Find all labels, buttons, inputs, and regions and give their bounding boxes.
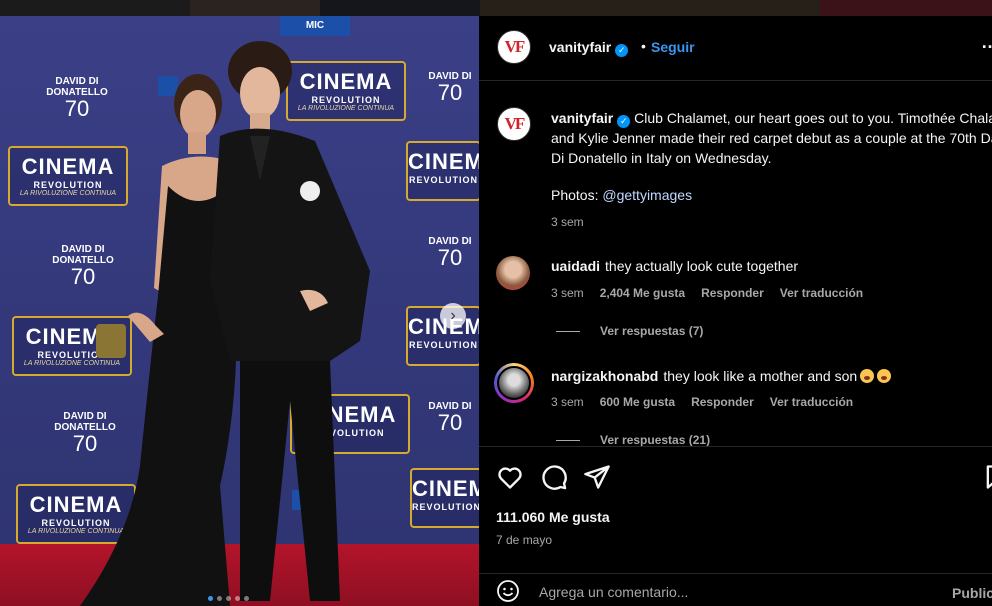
comment-avatar-story-ring[interactable] bbox=[494, 363, 534, 403]
man-figure bbox=[210, 41, 370, 601]
post-actions: 111.060 Me gusta 7 de mayo Publicar bbox=[479, 446, 992, 606]
comment-icon[interactable] bbox=[540, 463, 568, 491]
next-photo-button[interactable]: › bbox=[440, 303, 466, 329]
account-avatar[interactable]: VF bbox=[497, 30, 531, 64]
follow-button[interactable]: Seguir bbox=[651, 39, 695, 55]
comment-input[interactable] bbox=[539, 580, 919, 604]
caption-avatar[interactable]: VF bbox=[497, 107, 531, 141]
emoji-icon[interactable] bbox=[496, 579, 520, 603]
comment: nargizakhonabd they look like a mother an… bbox=[551, 368, 892, 384]
view-replies-button[interactable]: Ver respuestas (7) bbox=[556, 324, 703, 338]
comment-timestamp[interactable]: 3 sem bbox=[551, 395, 584, 409]
browser-top-strip bbox=[0, 0, 992, 16]
cinema-revolution-logo: CINEMAREVOLUTION bbox=[410, 468, 479, 528]
caption-username[interactable]: vanityfair ✓ bbox=[551, 110, 631, 128]
view-replies-button[interactable]: Ver respuestas (21) bbox=[556, 433, 710, 447]
comment-username[interactable]: nargizakhonabd bbox=[551, 368, 658, 384]
photo-credit-label: Photos: bbox=[551, 187, 599, 203]
comment-meta: 3 sem 2,404 Me gusta Responder Ver tradu… bbox=[551, 286, 879, 300]
david-di-donatello-logo: DAVID DI 70 bbox=[428, 236, 472, 270]
david-di-donatello-logo: DAVID DI 70 bbox=[428, 401, 472, 435]
david-di-donatello-logo: DAVID DI 70 bbox=[428, 71, 472, 105]
cinema-revolution-logo: CINEMAREVOLUTION bbox=[406, 141, 479, 201]
share-icon[interactable] bbox=[583, 463, 611, 491]
comment-text: they look like a mother and son bbox=[663, 368, 858, 384]
post-photo[interactable]: CINEMA REVOLUTION LA RIVOLUZIONE CONTINUA … bbox=[0, 16, 479, 606]
comment-avatar[interactable] bbox=[496, 256, 530, 290]
crying-face-emoji-icon bbox=[860, 369, 875, 383]
comment: uaidadi they actually look cute together bbox=[551, 258, 798, 274]
chevron-right-icon: › bbox=[450, 307, 456, 324]
verified-badge-icon: ✓ bbox=[617, 115, 631, 128]
translate-button[interactable]: Ver traducción bbox=[770, 395, 853, 409]
carousel-dot[interactable] bbox=[244, 596, 249, 601]
likes-count[interactable]: 111.060 Me gusta bbox=[496, 509, 610, 525]
reply-button[interactable]: Responder bbox=[691, 395, 754, 409]
post-details-panel: VF vanityfair✓ • Seguir … VF vanityfair✓… bbox=[479, 16, 992, 606]
carousel-dot[interactable] bbox=[235, 596, 240, 601]
post-caption: vanityfair ✓ Club Chalamet, our heart goe… bbox=[551, 108, 992, 168]
carousel-dot[interactable] bbox=[226, 596, 231, 601]
mic-logo: MIC bbox=[280, 16, 350, 36]
post-comment-button[interactable]: Publicar bbox=[952, 585, 992, 601]
separator-dot: • bbox=[641, 38, 646, 54]
translate-button[interactable]: Ver traducción bbox=[780, 286, 863, 300]
replies-line bbox=[556, 439, 580, 441]
heart-icon[interactable] bbox=[496, 463, 524, 491]
crying-face-emoji-icon bbox=[877, 369, 892, 383]
more-options-icon[interactable]: … bbox=[981, 32, 992, 53]
post-header: VF vanityfair✓ • Seguir … bbox=[479, 16, 992, 81]
account-username[interactable]: vanityfair ✓ bbox=[549, 39, 629, 57]
verified-badge-icon: ✓ bbox=[615, 44, 629, 57]
carousel-dots bbox=[208, 596, 249, 601]
comment-meta: 3 sem 600 Me gusta Responder Ver traducc… bbox=[551, 395, 869, 409]
comment-timestamp[interactable]: 3 sem bbox=[551, 286, 584, 300]
comment-username[interactable]: uaidadi bbox=[551, 258, 600, 274]
carousel-dot[interactable] bbox=[208, 596, 213, 601]
bookmark-icon[interactable] bbox=[982, 463, 992, 491]
gettyimages-link[interactable]: @gettyimages bbox=[602, 187, 692, 203]
comment-likes[interactable]: 2,404 Me gusta bbox=[600, 286, 685, 300]
carousel-dot[interactable] bbox=[217, 596, 222, 601]
post-date[interactable]: 7 de mayo bbox=[496, 533, 552, 547]
reply-button[interactable]: Responder bbox=[701, 286, 764, 300]
photo-credit: Photos: @gettyimages bbox=[551, 187, 692, 203]
replies-line bbox=[556, 330, 580, 332]
comment-likes[interactable]: 600 Me gusta bbox=[600, 395, 675, 409]
comment-text: they actually look cute together bbox=[605, 258, 799, 274]
add-comment-bar: Publicar bbox=[479, 573, 992, 606]
caption-timestamp[interactable]: 3 sem bbox=[551, 215, 584, 229]
